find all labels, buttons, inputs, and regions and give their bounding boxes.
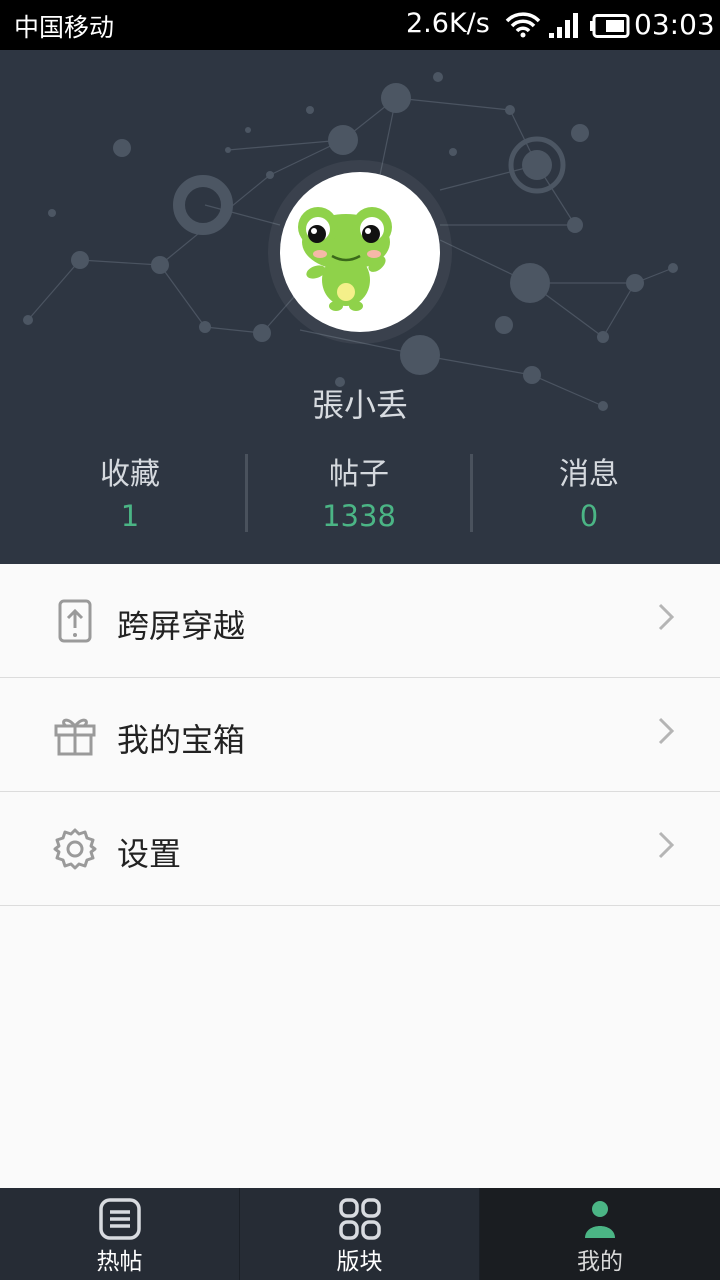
stat-value: 1338 <box>322 499 396 533</box>
gift-icon <box>54 718 96 756</box>
stat-value: 1 <box>120 499 140 533</box>
person-icon <box>585 1201 615 1238</box>
stat-posts[interactable]: 帖子 1338 <box>239 454 479 536</box>
carrier-name: 中国移动 <box>14 13 115 42</box>
network-speed: 2.6K/s <box>406 8 490 39</box>
chevron-right-icon <box>658 603 675 631</box>
tab-hot-posts[interactable]: 热帖 <box>0 1188 240 1280</box>
tab-label: 我的 <box>577 1249 623 1275</box>
status-bar: 中国移动 2.6K/s 03:03 <box>0 0 720 50</box>
menu-item-label: 跨屏穿越 <box>117 607 246 645</box>
stat-label: 帖子 <box>329 457 389 492</box>
menu-item-settings[interactable]: 设置 <box>0 792 720 906</box>
grid-icon <box>339 1198 381 1240</box>
username: 張小丢 <box>311 386 408 424</box>
chevron-right-icon <box>658 831 675 859</box>
gear-icon <box>53 828 97 870</box>
bottom-nav: 热帖 版块 我的 <box>0 1188 720 1280</box>
profile-header: 張小丢 收藏 1 帖子 1338 消息 0 <box>0 50 720 564</box>
stat-favorites[interactable]: 收藏 1 <box>10 454 250 536</box>
menu-item-treasure-box[interactable]: 我的宝箱 <box>0 678 720 792</box>
tab-boards[interactable]: 版块 <box>240 1188 480 1280</box>
tab-label: 热帖 <box>96 1249 143 1275</box>
tab-mine[interactable]: 我的 <box>480 1188 720 1280</box>
stat-label: 收藏 <box>100 457 160 492</box>
tab-label: 版块 <box>336 1249 383 1275</box>
list-icon <box>99 1198 141 1240</box>
frog-avatar-icon <box>298 207 392 311</box>
menu-list: 跨屏穿越 我的宝箱 设置 <box>0 564 720 906</box>
clock: 03:03 <box>634 8 715 41</box>
avatar[interactable] <box>280 172 440 332</box>
battery-icon <box>590 14 630 38</box>
menu-item-cross-screen[interactable]: 跨屏穿越 <box>0 564 720 678</box>
stat-value: 0 <box>579 499 599 533</box>
stat-messages[interactable]: 消息 0 <box>469 454 709 536</box>
phone-upload-icon <box>58 599 92 643</box>
menu-item-label: 设置 <box>117 835 182 873</box>
menu-item-label: 我的宝箱 <box>117 721 246 759</box>
wifi-icon <box>505 12 541 38</box>
signal-icon <box>549 13 578 38</box>
stat-label: 消息 <box>559 457 619 492</box>
chevron-right-icon <box>658 717 675 745</box>
